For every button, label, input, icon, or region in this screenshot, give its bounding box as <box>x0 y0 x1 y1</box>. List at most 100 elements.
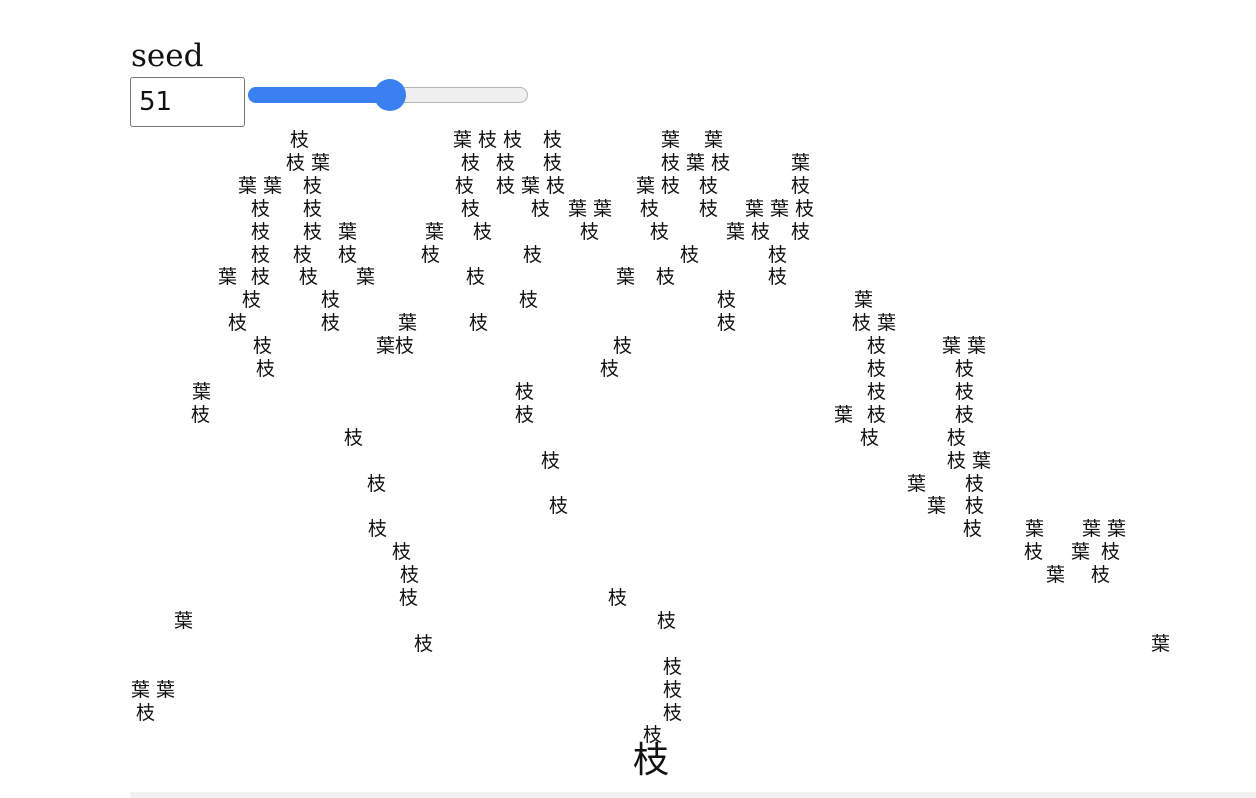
tree-glyph: 葉 <box>1025 518 1045 541</box>
tree-glyph: 枝 <box>392 541 412 564</box>
tree-glyph: 枝 <box>867 403 887 426</box>
tree-glyph: 葉 <box>218 266 238 289</box>
tree-glyph: 枝 <box>1101 541 1121 564</box>
tree-glyph: 枝 <box>251 197 271 220</box>
tree-glyph: 葉 葉 <box>568 197 613 220</box>
seed-slider[interactable] <box>248 79 528 111</box>
tree-glyph: 枝 <box>541 449 561 472</box>
tree-glyph: 枝 <box>717 289 737 312</box>
tree-glyph: 枝 <box>414 632 434 655</box>
tree-glyph: 葉 <box>425 220 445 243</box>
tree-glyph: 枝 <box>643 724 663 747</box>
tree-glyph: 葉 葉 <box>1082 518 1127 541</box>
tree-glyph: 枝 <box>400 564 420 587</box>
tree-glyph: 枝 <box>256 358 276 380</box>
tree-glyph: 葉 <box>616 266 636 289</box>
tree-glyph: 葉 葉 <box>942 335 987 358</box>
tree-glyph: 枝 <box>136 701 156 724</box>
tree-glyph: 枝 <box>860 426 880 449</box>
tree-glyph: 枝 <box>768 243 788 266</box>
tree-glyph: 枝 葉 枝 <box>661 151 731 174</box>
tree-glyph: 枝 <box>519 289 539 312</box>
tree-glyph: 枝 <box>466 266 486 289</box>
tree-glyph: 葉 <box>338 220 358 243</box>
tree-glyph: 葉 <box>854 289 874 312</box>
tree-glyph: 葉 枝 枝 <box>453 129 523 151</box>
tree-glyph: 枝 <box>367 472 387 495</box>
tree-glyph: 枝 <box>600 358 620 380</box>
tree-glyph: 枝 <box>656 266 676 289</box>
tree-glyph: 枝 <box>947 426 967 449</box>
tree-glyph: 枝 <box>251 243 271 266</box>
tree-glyph: 枝 <box>515 380 535 403</box>
tree-glyph: 枝 <box>399 587 419 609</box>
tree-glyph: 葉 <box>704 129 724 151</box>
tree-glyph: 葉 <box>398 312 418 335</box>
tree-glyph: 枝 <box>455 174 475 197</box>
tree-glyph: 枝 <box>663 678 683 701</box>
slider-thumb[interactable] <box>374 79 407 111</box>
tree-glyph: 枝 <box>293 243 313 266</box>
bottom-scroll-area <box>130 792 1256 798</box>
tree-glyph: 葉 <box>661 129 681 151</box>
tree-glyph: 枝 <box>461 151 481 174</box>
tree-glyph: 葉 <box>834 403 854 426</box>
tree-glyph: 枝 <box>299 266 319 289</box>
tree-glyph: 枝 <box>251 220 271 243</box>
tree-glyph: 枝 <box>963 518 983 541</box>
tree-glyph: 枝 <box>473 220 493 243</box>
tree-glyph: 枝 <box>965 472 985 495</box>
tree-glyph: 枝 <box>650 220 670 243</box>
tree-glyph: 葉 葉 枝 <box>745 197 815 220</box>
tree-glyph: 枝 <box>965 495 985 518</box>
tree-glyph: 枝 <box>955 380 975 403</box>
tree-glyph: 枝 <box>640 197 660 220</box>
tree-glyph: 葉 枝 <box>636 174 681 197</box>
tree-glyph: 枝 <box>1091 564 1111 587</box>
tree-glyph: 枝 <box>191 403 211 426</box>
tree-glyph: 枝 <box>580 220 600 243</box>
tree-glyph: 枝 <box>523 243 543 266</box>
tree-glyph: 葉 <box>1151 632 1171 655</box>
tree-glyph: 枝 <box>543 151 563 174</box>
seed-input[interactable] <box>130 77 245 127</box>
tree-glyph: 葉 <box>1046 564 1066 587</box>
tree-glyph: 枝 <box>699 197 719 220</box>
tree-glyph: 葉 <box>192 380 212 403</box>
tree-glyph: 枝 葉 <box>852 312 897 335</box>
tree-glyph: 枝 <box>717 312 737 335</box>
tree-glyph: 枝 <box>338 243 358 266</box>
tree-glyph: 枝 <box>515 403 535 426</box>
tree-glyph: 葉 葉 <box>238 174 283 197</box>
slider-fill <box>248 87 391 103</box>
tree-glyph: 葉 <box>907 472 927 495</box>
tree-glyph: 枝 <box>867 335 887 358</box>
tree-glyph: 枝 <box>1024 541 1044 564</box>
tree-glyph: 枝 <box>368 518 388 541</box>
tree-root-glyph: 枝 <box>633 740 670 781</box>
tree-glyph: 枝 <box>867 380 887 403</box>
tree-glyph: 枝 葉 <box>947 449 992 472</box>
tree-glyph: 枝 <box>321 289 341 312</box>
tree-glyph: 枝 <box>955 403 975 426</box>
tree-glyph: 枝 <box>461 197 481 220</box>
tree-glyph: 葉 <box>927 495 947 518</box>
tree-glyph: 枝 <box>251 266 271 289</box>
tree-glyph: 枝 <box>955 358 975 380</box>
tree-glyph: 枝 <box>549 495 569 518</box>
tree-glyph: 枝 <box>242 289 262 312</box>
tree-glyph: 枝 <box>303 197 323 220</box>
tree-glyph: 枝 <box>768 266 788 289</box>
tree-glyph: 枝 <box>699 174 719 197</box>
tree-glyph: 枝 <box>531 197 551 220</box>
tree-glyph: 葉枝 <box>376 335 415 358</box>
tree-glyph: 枝 <box>228 312 248 335</box>
tree-glyph: 葉 <box>356 266 376 289</box>
tree-glyph: 枝 <box>657 609 677 632</box>
tree-glyph: 枝 <box>290 129 310 151</box>
tree-glyph: 枝 <box>663 655 683 678</box>
tree-glyph: 枝 <box>469 312 489 335</box>
tree-glyph: 枝 葉 枝 <box>496 174 566 197</box>
seed-label: seed <box>131 38 204 74</box>
tree-glyph: 枝 <box>344 426 364 449</box>
